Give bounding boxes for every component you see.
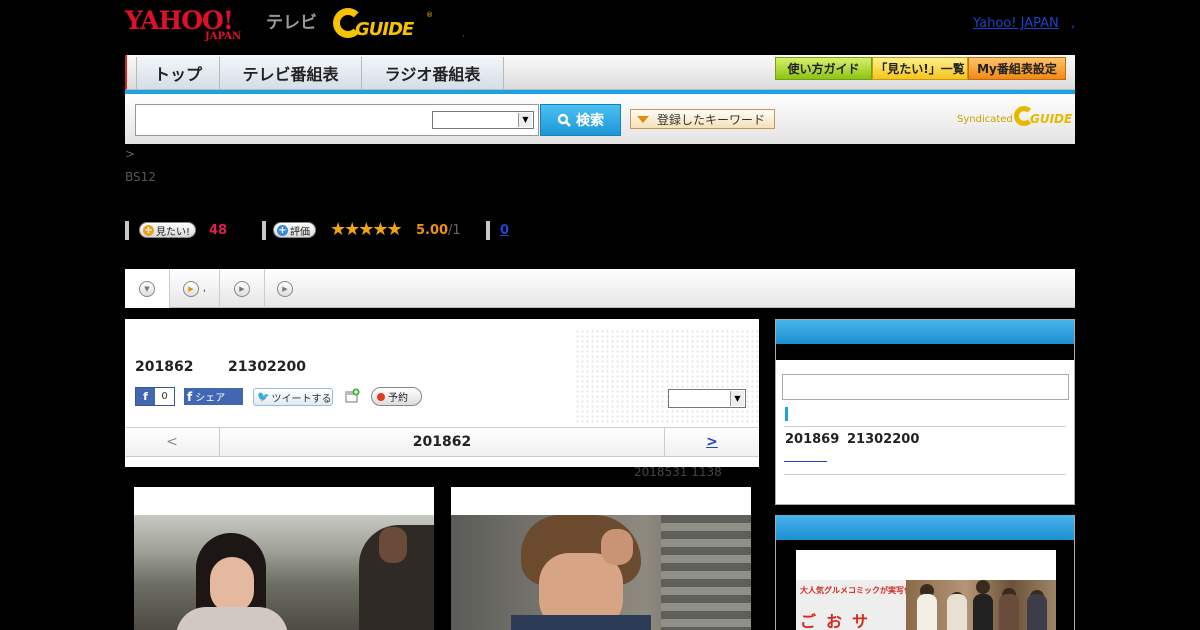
nav-tab-top[interactable]: トップ [136,57,220,89]
sidebar-link[interactable] [784,456,827,462]
tab-4[interactable]: ▶ [265,269,305,308]
gguide-logo-text: GUIDE [355,19,414,40]
usage-guide-button[interactable]: 使い方ガイド [775,57,872,80]
want-to-watch-label: 見たい! [156,226,191,238]
record-reservation-button[interactable]: 予約 [371,387,422,406]
registered-mark: ® [426,11,433,19]
header-dot: , [462,28,466,39]
sidebar-field[interactable] [782,374,1069,400]
current-date: 201862 [412,434,472,450]
channel-name: BS12 [125,170,156,184]
play-icon: ▶ [277,280,293,297]
separator [262,221,266,240]
twitter-icon: 🐦 [257,391,270,403]
rating-count: /1 [448,223,461,238]
want-list-button[interactable]: 「見たい!」一覧 [872,57,968,80]
search-button-label: 検索 [576,113,604,129]
facebook-share-button[interactable]: f シェア [184,388,243,405]
tweet-label: ツイートする [271,393,332,405]
record-icon [377,392,385,401]
program-photo-2[interactable] [451,487,751,630]
yahoo-japan-logo[interactable]: YAHOO! JAPAN [125,6,262,42]
sidebar-header [776,320,1074,344]
sidebar-banner-box: 大人気グルメコミックが実写化! ごおサ [775,515,1075,630]
search-button[interactable]: 検索 [540,104,621,136]
tab-2[interactable]: ▶ , [170,269,220,308]
want-count: 48 [209,223,228,238]
rate-label: 評価 [290,226,310,238]
play-icon: ▶ [234,280,250,297]
episode-select[interactable]: ▼ [668,389,746,408]
chevron-down-icon: ▼ [730,391,744,406]
plus-icon: + [143,224,154,236]
triangle-down-icon [637,115,649,123]
rating-value: 5.00 [416,223,449,238]
next-broadcast-time: 21302200 [847,432,920,447]
play-icon: ▶ [182,280,199,297]
plus-icon: + [277,224,288,236]
photo-image [451,515,751,630]
banner-title: ごおサ [800,612,879,630]
facebook-like-button[interactable]: f 0 [135,387,175,406]
facebook-share-label: シェア [195,393,226,404]
next-broadcast-date: 201869 [785,432,840,447]
header-link-dot: , [1071,16,1076,31]
search-icon [557,113,571,127]
separator [125,221,129,240]
separator [486,221,490,240]
chevron-down-icon: ▼ [139,280,155,297]
next-date-link[interactable]: > [664,428,759,457]
facebook-icon: f [187,389,193,404]
program-photo-1[interactable] [134,487,434,630]
tv-logo-text[interactable]: テレビ [266,8,317,33]
divider [784,426,1066,427]
japan-logo-text: JAPAN [205,31,242,42]
promo-banner[interactable]: 大人気グルメコミックが実写化! ごおサ [796,550,1056,630]
syndicated-text: Syndicated [957,114,1013,125]
chevron-down-icon: ▼ [518,113,532,127]
add-calendar-icon[interactable] [344,388,360,404]
nav-tab-radio-listings[interactable]: ラジオ番組表 [362,57,504,89]
tab-2-label: , [202,283,207,294]
gguide-small-text: GUIDE [1030,112,1073,126]
search-category-select[interactable]: ▼ [432,111,534,129]
breadcrumb[interactable]: > [125,147,135,161]
sidebar-subheader [776,344,1074,360]
date-pager: < 201862 > [125,427,759,457]
section-marker [785,407,788,421]
facebook-like-count: 0 [161,391,168,402]
photo-image [134,515,434,630]
program-tabs: ▼ ▶ , ▶ ▶ [125,269,1075,308]
banner-tagline: 大人気グルメコミックが実写化! [800,586,916,595]
yahoo-japan-link[interactable]: Yahoo! JAPAN [973,16,1059,31]
updated-timestamp: 2018531 1138 [634,465,722,479]
global-nav: トップ テレビ番組表 ラジオ番組表 使い方ガイド 「見たい!」一覧 My番組表設… [125,55,1075,90]
page: YAHOO! JAPAN テレビ GUIDE ® , Yahoo! JAPAN … [0,0,1200,630]
comment-count-link[interactable]: 0 [500,223,509,238]
rate-button[interactable]: + 評価 [273,222,316,238]
divider [784,474,1066,475]
tab-3[interactable]: ▶ [220,269,265,308]
want-to-watch-button[interactable]: + 見たい! [139,222,197,238]
dot-pattern [575,329,759,424]
banner-photo [906,580,1056,630]
star-rating: ★★★★★ [330,219,403,240]
program-panel: 201862 21302200 f 0 f シェア 🐦 ツイートする 予約 ▼ [125,319,759,467]
facebook-icon: f [136,388,155,405]
broadcast-time: 21302200 [228,359,306,375]
my-listings-settings-button[interactable]: My番組表設定 [968,57,1066,80]
tweet-button[interactable]: 🐦 ツイートする [253,388,333,406]
previous-date-link[interactable]: < [125,428,220,457]
sidebar-header [776,515,1074,540]
gguide-logo[interactable]: GUIDE ® [333,8,433,42]
saved-keywords-button[interactable]: 登録したキーワード [630,109,775,129]
tab-current[interactable]: ▼ [125,269,170,308]
search-area: ▼ 検索 登録したキーワード Syndicated GUIDE [125,94,1075,144]
syndicated-gguide-logo: Syndicated GUIDE [957,106,1073,130]
reserve-label: 予約 [388,393,408,404]
broadcast-date: 201862 [135,359,194,375]
sidebar-box: 201869 21302200 [775,319,1075,505]
nav-tab-tv-listings[interactable]: テレビ番組表 [220,57,362,89]
saved-keywords-label: 登録したキーワード [657,112,766,127]
